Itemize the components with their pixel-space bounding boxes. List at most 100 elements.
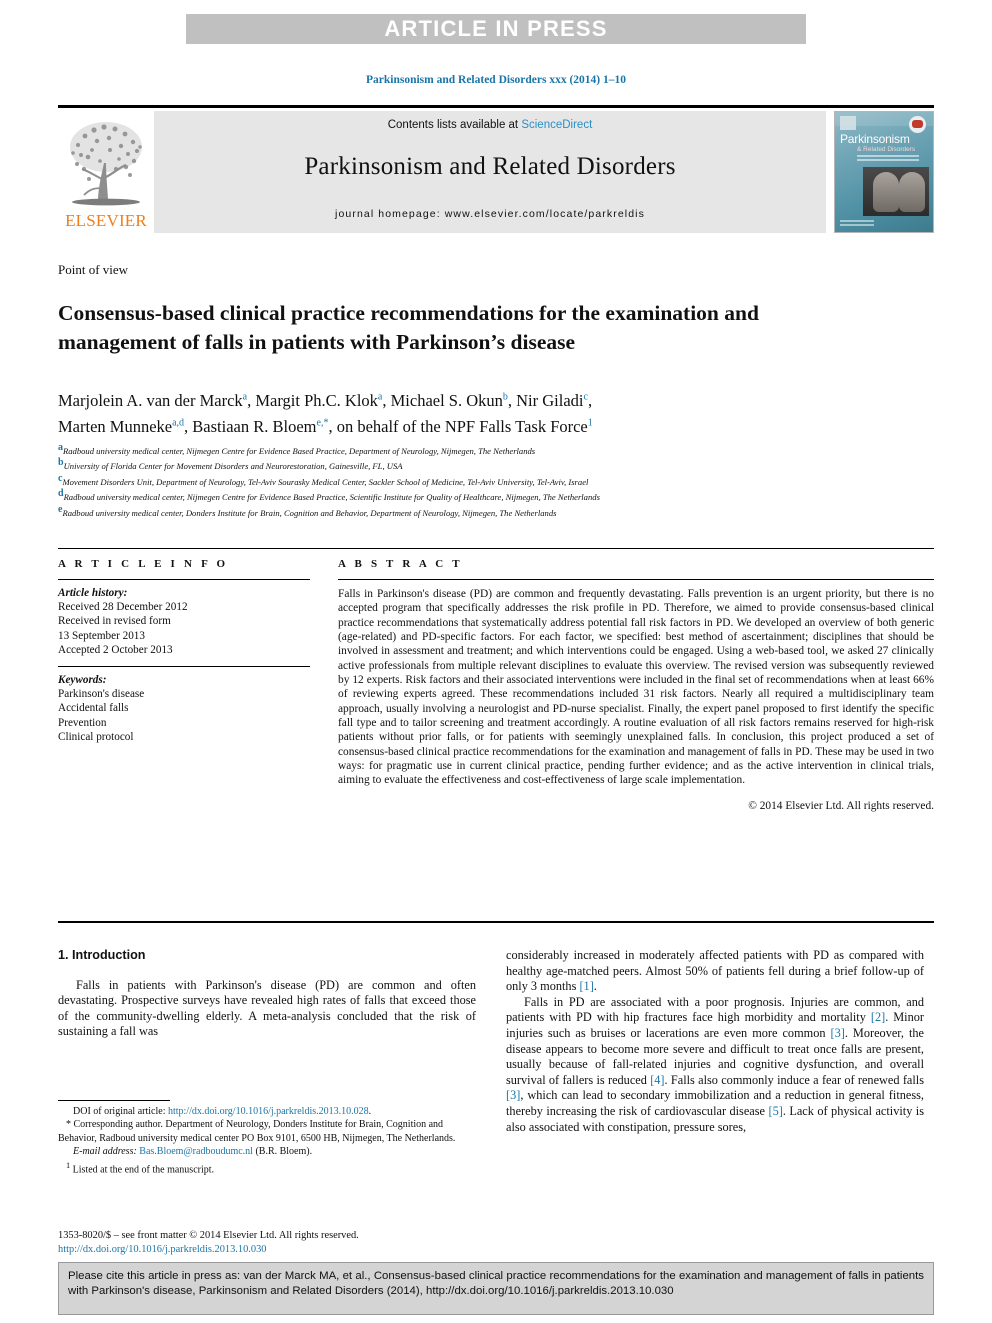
section-heading-introduction: 1. Introduction: [58, 948, 146, 962]
intro-paragraph-left: Falls in patients with Parkinson's disea…: [58, 977, 476, 1039]
intro-paragraph-right-continued: considerably increased in moderately aff…: [506, 948, 924, 994]
keyword-item: Parkinson's disease: [58, 688, 145, 701]
author-affiliation-marker: a,d: [172, 417, 185, 429]
elsevier-wordmark: ELSEVIER: [65, 211, 147, 230]
author-list: Marjolein A. van der Marcka, Margit Ph.C…: [58, 385, 838, 438]
journal-cover-thumbnail: Parkinsonism & Related Disorders: [834, 111, 934, 233]
email-address-link[interactable]: Bas.Bloem@radboudumc.nl: [139, 1146, 253, 1157]
authors-line-1: Marjolein A. van der Marcka, Margit Ph.C…: [58, 390, 593, 410]
citation-ref[interactable]: [2]: [871, 1010, 885, 1024]
cover-title-text: Parkinsonism: [840, 132, 910, 146]
article-history-line: Accepted 2 October 2013: [58, 643, 173, 656]
abstract-column: A B S T R A C T Falls in Parkinson's dis…: [338, 558, 934, 812]
cover-foot-left: [873, 172, 899, 212]
cover-subtitle-text: & Related Disorders: [857, 146, 916, 153]
footnote-doi: DOI of original article: http://dx.doi.o…: [58, 1105, 476, 1118]
affiliation-marker: d: [58, 488, 64, 500]
affiliation-item: cMovement Disorders Unit, Department of …: [58, 472, 589, 487]
citation-ref[interactable]: [4]: [650, 1073, 664, 1087]
article-history-line: Received 28 December 2012: [58, 601, 188, 614]
cover-feet-photo: [863, 167, 929, 216]
corresponding-author-marker: *: [66, 1119, 71, 1131]
email-address-tail: (B.R. Bloem).: [252, 1146, 313, 1158]
front-matter-block: 1353-8020/$ – see front matter © 2014 El…: [58, 1229, 508, 1257]
affiliation-marker: a: [58, 442, 63, 453]
affiliation-item: aRadboud university medical center, Nijm…: [58, 442, 536, 456]
keywords-label: Keywords:: [58, 674, 107, 687]
citation-ref[interactable]: [1]: [579, 979, 593, 993]
abstract-copyright: © 2014 Elsevier Ltd. All rights reserved…: [748, 799, 934, 812]
article-history-line: Received in revised form: [58, 615, 171, 628]
task-force-marker: 1: [587, 417, 593, 429]
affiliation-item: eRadboud university medical center, Dond…: [58, 503, 557, 518]
footnote-block: DOI of original article: http://dx.doi.o…: [58, 1100, 476, 1176]
journal-reference-line: Parkinsonism and Related Disorders xxx (…: [365, 74, 627, 86]
footnote-corresponding-author: * Corresponding author. Department of Ne…: [58, 1118, 476, 1145]
keyword-item: Accidental falls: [58, 702, 129, 715]
journal-title: Parkinsonism and Related Disorders: [304, 153, 676, 180]
article-info-column: A R T I C L E I N F O Article history: R…: [58, 558, 310, 812]
journal-homepage-line[interactable]: journal homepage: www.elsevier.com/locat…: [335, 208, 645, 220]
masthead-center-panel: Contents lists available at ScienceDirec…: [154, 111, 826, 233]
footnote-doi-tail: .: [368, 1106, 372, 1117]
affiliation-list: aRadboud university medical center, Nijm…: [58, 442, 938, 519]
affiliation-item: dRadboud university medical center, Nijm…: [58, 488, 600, 503]
front-matter-line: 1353-8020/$ – see front matter © 2014 El…: [58, 1230, 359, 1241]
front-matter-doi-link[interactable]: http://dx.doi.org/10.1016/j.parkreldis.2…: [58, 1244, 266, 1255]
citation-ref[interactable]: [3]: [506, 1088, 520, 1102]
article-history-lines: Received 28 December 2012 Received in rev…: [58, 601, 188, 656]
article-type-label: Point of view: [58, 262, 129, 277]
cover-foot-right: [899, 172, 925, 212]
affiliation-marker: e: [58, 503, 63, 515]
author-affiliation-marker: e,*: [316, 417, 329, 429]
intro-paragraph-right-2: Falls in PD are associated with a poor p…: [506, 994, 925, 1134]
footnote-doi-label: DOI of original article:: [73, 1106, 168, 1117]
elsevier-logo: ELSEVIER: [58, 111, 154, 233]
affiliation-marker: b: [58, 457, 64, 469]
cover-bottom-lines: [840, 220, 874, 228]
abstract-heading: A B S T R A C T: [338, 558, 463, 570]
email-address-label: E-mail address:: [73, 1146, 137, 1158]
author-affiliation-marker: a: [377, 391, 383, 402]
journal-masthead: ELSEVIER Contents lists available at Sci…: [58, 105, 934, 236]
corresponding-author-text: Corresponding author. Department of Neur…: [58, 1119, 456, 1144]
author-affiliation-marker: c: [583, 391, 588, 402]
body-column-left: 1. Introduction Falls in patients with P…: [58, 948, 476, 1040]
article-info-heading: A R T I C L E I N F O: [58, 558, 229, 570]
author-affiliation-marker: a: [242, 391, 248, 402]
keyword-item: Prevention: [58, 716, 107, 729]
body-column-right: considerably increased in moderately aff…: [506, 948, 924, 1135]
article-info-abstract-block: A R T I C L E I N F O Article history: R…: [58, 548, 934, 923]
article-history-label: Article history:: [58, 587, 128, 599]
keywords-lines: Parkinson's disease Accidental falls Preve…: [58, 688, 144, 743]
contents-available-line: Contents lists available at ScienceDirec…: [388, 119, 593, 131]
article-in-press-label: ARTICLE IN PRESS: [384, 16, 608, 41]
footnote-rule: [58, 1100, 170, 1101]
affiliation-marker: c: [58, 472, 63, 484]
footnote-doi-link[interactable]: http://dx.doi.org/10.1016/j.parkreldis.2…: [168, 1106, 369, 1117]
article-history: Article history: Received 28 December 20…: [58, 580, 310, 666]
author-affiliation-marker: b: [502, 391, 508, 402]
citation-ref[interactable]: [5]: [768, 1104, 782, 1118]
citation-notice-text: Please cite this article in press as: va…: [68, 1269, 924, 1299]
page-title: Consensus-based clinical practice recomm…: [58, 301, 759, 355]
column-gap: [310, 558, 338, 812]
abstract-text: Falls in Parkinson's disease (PD) are co…: [338, 588, 934, 787]
article-history-line: 13 September 2013: [58, 629, 145, 642]
contents-prefix-text: Contents lists available at: [387, 119, 522, 131]
citation-ref[interactable]: [3]: [831, 1026, 845, 1040]
footnote-task-force-note: 1 Listed at the end of the manuscript.: [58, 1159, 476, 1177]
keywords-block: Keywords: Parkinson's disease Accidental …: [58, 667, 310, 744]
footnote-email: E-mail address: Bas.Bloem@radboudumc.nl …: [58, 1145, 476, 1158]
sciencedirect-link[interactable]: ScienceDirect: [521, 119, 592, 131]
cover-elsevier-mark: [840, 116, 856, 130]
cover-society-badge-icon: [909, 116, 926, 133]
task-force-note-text: Listed at the end of the manuscript.: [72, 1163, 215, 1175]
affiliation-item: bUniversity of Florida Center for Moveme…: [58, 457, 403, 472]
task-force-note-marker: 1: [66, 1160, 71, 1170]
citation-notice-box: Please cite this article in press as: va…: [58, 1262, 934, 1315]
keyword-item: Clinical protocol: [58, 730, 134, 743]
authors-line-2: Marten Munnekea,d, Bastiaan R. Bloeme,*,…: [58, 417, 593, 436]
elsevier-tree-icon: [70, 122, 142, 206]
article-in-press-banner: ARTICLE IN PRESS: [186, 14, 806, 44]
